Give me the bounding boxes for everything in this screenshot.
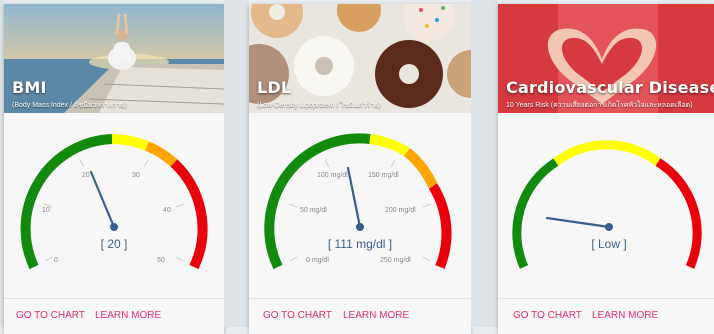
gauge-readout: [ 20 ] — [101, 237, 128, 251]
gauge-needle — [89, 170, 116, 229]
gauge-needle — [346, 166, 362, 229]
bmi-gauge: 0 10 20 30 40 50 [ 20 ] — [20, 133, 208, 270]
card-title: Cardiovascular Disease — [506, 78, 714, 97]
gauge-readout: [ Low ] — [591, 237, 626, 251]
tick-label: 0 mg/dl — [306, 257, 329, 264]
card-actions: GO TO CHART LEARN MORE — [498, 310, 714, 324]
tick-label: 200 mg/dl — [385, 207, 416, 214]
card-divider — [498, 298, 714, 299]
gauge-pivot — [605, 223, 613, 231]
card-title: BMI — [12, 78, 47, 97]
ldl-gauge: 0 mg/dl 50 mg/dl 100 mg/dl 150 mg/dl 200… — [264, 133, 452, 270]
tick-label: 100 mg/dl — [317, 172, 348, 179]
card-ldl: LDL (Low-Density Lipoprotein / ไขมันตัวร… — [249, 4, 471, 334]
card-actions: GO TO CHART LEARN MORE — [249, 310, 471, 324]
card-actions: GO TO CHART LEARN MORE — [4, 310, 224, 324]
card-title: LDL — [257, 78, 292, 97]
gauge-needle — [545, 216, 611, 229]
tick-label: 20 — [82, 172, 90, 179]
tick-label: 250 mg/dl — [380, 257, 411, 264]
card-divider — [4, 298, 224, 299]
tick-label: 50 — [157, 257, 165, 264]
go-to-chart-button[interactable]: GO TO CHART — [513, 310, 582, 321]
card-divider — [249, 298, 471, 299]
background-gap-strip — [224, 0, 249, 327]
card-subtitle: 10 Years Risk (ความเสี่ยงต่อการเกิดโรคหั… — [506, 102, 693, 109]
background-gap-strip — [471, 0, 498, 327]
learn-more-button[interactable]: LEARN MORE — [343, 310, 409, 321]
card-subtitle: (Body Mass Index / ดัชนีมวลร่างกาย) — [12, 102, 127, 109]
tick-label: 150 mg/dl — [368, 172, 399, 179]
card-subtitle: (Low-Density Lipoprotein / ไขมันตัวร้าย) — [257, 102, 381, 109]
card-cardiovascular: Cardiovascular Disease 10 Years Risk (คว… — [498, 4, 714, 334]
tick-label: 10 — [42, 207, 50, 214]
go-to-chart-button[interactable]: GO TO CHART — [16, 310, 85, 321]
tick-label: 50 mg/dl — [300, 207, 327, 214]
cardiovascular-gauge: [ Low ] — [512, 140, 702, 269]
learn-more-button[interactable]: LEARN MORE — [592, 310, 658, 321]
card-bmi: BMI (Body Mass Index / ดัชนีมวลร่างกาย) … — [4, 4, 224, 334]
gauge-pivot — [110, 223, 118, 231]
gauge-readout: [ 111 mg/dl ] — [328, 237, 392, 251]
tick-label: 0 — [54, 257, 58, 264]
learn-more-button[interactable]: LEARN MORE — [95, 310, 161, 321]
gauge-pivot — [356, 223, 364, 231]
tick-label: 30 — [132, 172, 140, 179]
go-to-chart-button[interactable]: GO TO CHART — [263, 310, 332, 321]
tick-label: 40 — [163, 207, 171, 214]
